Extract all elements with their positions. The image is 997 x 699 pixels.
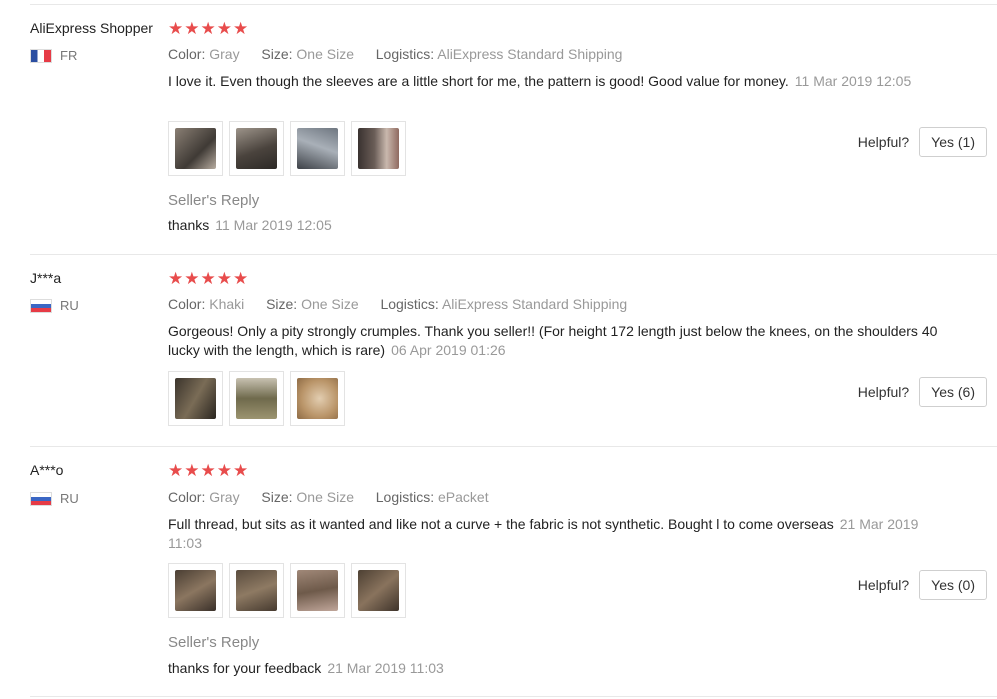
review-photo-thumbnail[interactable] — [168, 121, 223, 176]
review-photo-thumbnail[interactable] — [168, 563, 223, 618]
logistics-value: ePacket — [438, 489, 489, 505]
review-attributes: Color: Khaki Size: One Size Logistics: A… — [168, 296, 627, 312]
seller-reply-text: thanks for your feedback — [168, 660, 322, 676]
review-photo-thumbnail[interactable] — [168, 371, 223, 426]
review-text: I love it. Even though the sleeves are a… — [168, 73, 789, 89]
review-attributes: Color: Gray Size: One Size Logistics: Al… — [168, 46, 622, 62]
star-rating: ★★★★★ — [168, 19, 250, 38]
review-photo-thumbnail[interactable] — [229, 563, 284, 618]
review-photo-thumbnail[interactable] — [229, 121, 284, 176]
reviewer-country: RU — [30, 491, 79, 506]
color-value: Gray — [209, 46, 240, 62]
color-label: Color: — [168, 46, 206, 62]
reviewer-country: FR — [30, 48, 77, 63]
seller-reply-text: thanks — [168, 217, 210, 233]
review-divider — [30, 446, 997, 447]
logistics-label: Logistics: — [375, 46, 435, 62]
logistics-value: AliExpress Standard Shipping — [441, 296, 628, 312]
color-value: Khaki — [209, 296, 245, 312]
flag-fr-icon — [30, 48, 52, 63]
logistics-value: AliExpress Standard Shipping — [437, 46, 623, 62]
reviewer-country: RU — [30, 298, 79, 313]
helpful-label: Helpful? — [857, 384, 910, 400]
review-text-block: Gorgeous! Only a pity strongly crumples.… — [168, 322, 938, 360]
review-photos — [168, 563, 406, 618]
review-date: 11 Mar 2019 12:05 — [794, 73, 912, 89]
helpful-vote: Helpful? Yes (6) — [858, 377, 987, 407]
helpful-label: Helpful? — [857, 134, 910, 150]
review-attributes: Color: Gray Size: One Size Logistics: eP… — [168, 489, 489, 505]
seller-reply-title: Seller's Reply — [168, 192, 260, 209]
size-label: Size: — [261, 489, 293, 505]
size-value: One Size — [301, 296, 359, 312]
review-photo-thumbnail[interactable] — [290, 121, 345, 176]
reviewer-name: AliExpress Shopper — [30, 20, 153, 36]
reviewer-name: A***o — [30, 462, 64, 478]
seller-reply-date: 21 Mar 2019 11:03 — [327, 660, 444, 676]
review-text: Full thread, but sits as it wanted and l… — [168, 516, 834, 532]
color-label: Color: — [168, 489, 206, 505]
color-label: Color: — [168, 296, 206, 312]
review-text: Gorgeous! Only a pity strongly crumples.… — [168, 323, 938, 358]
review-photos — [168, 371, 345, 426]
size-value: One Size — [296, 489, 354, 505]
review-photo-thumbnail[interactable] — [290, 563, 345, 618]
review-text-block: Full thread, but sits as it wanted and l… — [168, 515, 938, 553]
color-value: Gray — [209, 489, 240, 505]
country-code: FR — [60, 48, 78, 63]
seller-reply-title: Seller's Reply — [168, 634, 260, 651]
review-photo-thumbnail[interactable] — [351, 563, 406, 618]
review-divider — [30, 696, 997, 697]
review-photo-thumbnail[interactable] — [351, 121, 406, 176]
size-value: One Size — [296, 46, 354, 62]
helpful-yes-button[interactable]: Yes (1) — [919, 127, 987, 157]
star-rating: ★★★★★ — [168, 461, 250, 480]
review-photos — [168, 121, 406, 176]
helpful-vote: Helpful? Yes (1) — [858, 127, 987, 157]
country-code: RU — [60, 491, 79, 506]
seller-reply-date: 11 Mar 2019 12:05 — [215, 217, 332, 233]
seller-reply: thanks for your feedback 21 Mar 2019 11:0… — [168, 660, 444, 676]
review-text-block: I love it. Even though the sleeves are a… — [168, 72, 938, 91]
logistics-label: Logistics: — [375, 489, 435, 505]
reviewer-name: J***a — [30, 270, 62, 286]
logistics-label: Logistics: — [380, 296, 439, 312]
review-photo-thumbnail[interactable] — [229, 371, 284, 426]
helpful-vote: Helpful? Yes (0) — [858, 570, 987, 600]
flag-ru-icon — [30, 491, 52, 506]
star-rating: ★★★★★ — [168, 269, 250, 288]
review-date: 06 Apr 2019 01:26 — [391, 342, 506, 358]
country-code: RU — [60, 298, 79, 313]
size-label: Size: — [266, 296, 298, 312]
size-label: Size: — [261, 46, 293, 62]
review-divider — [30, 254, 997, 255]
helpful-yes-button[interactable]: Yes (6) — [919, 377, 987, 407]
seller-reply: thanks 11 Mar 2019 12:05 — [168, 217, 332, 233]
flag-ru-icon — [30, 298, 52, 313]
review-photo-thumbnail[interactable] — [290, 371, 345, 426]
helpful-label: Helpful? — [857, 577, 910, 593]
helpful-yes-button[interactable]: Yes (0) — [919, 570, 987, 600]
review-divider-top — [30, 4, 997, 5]
